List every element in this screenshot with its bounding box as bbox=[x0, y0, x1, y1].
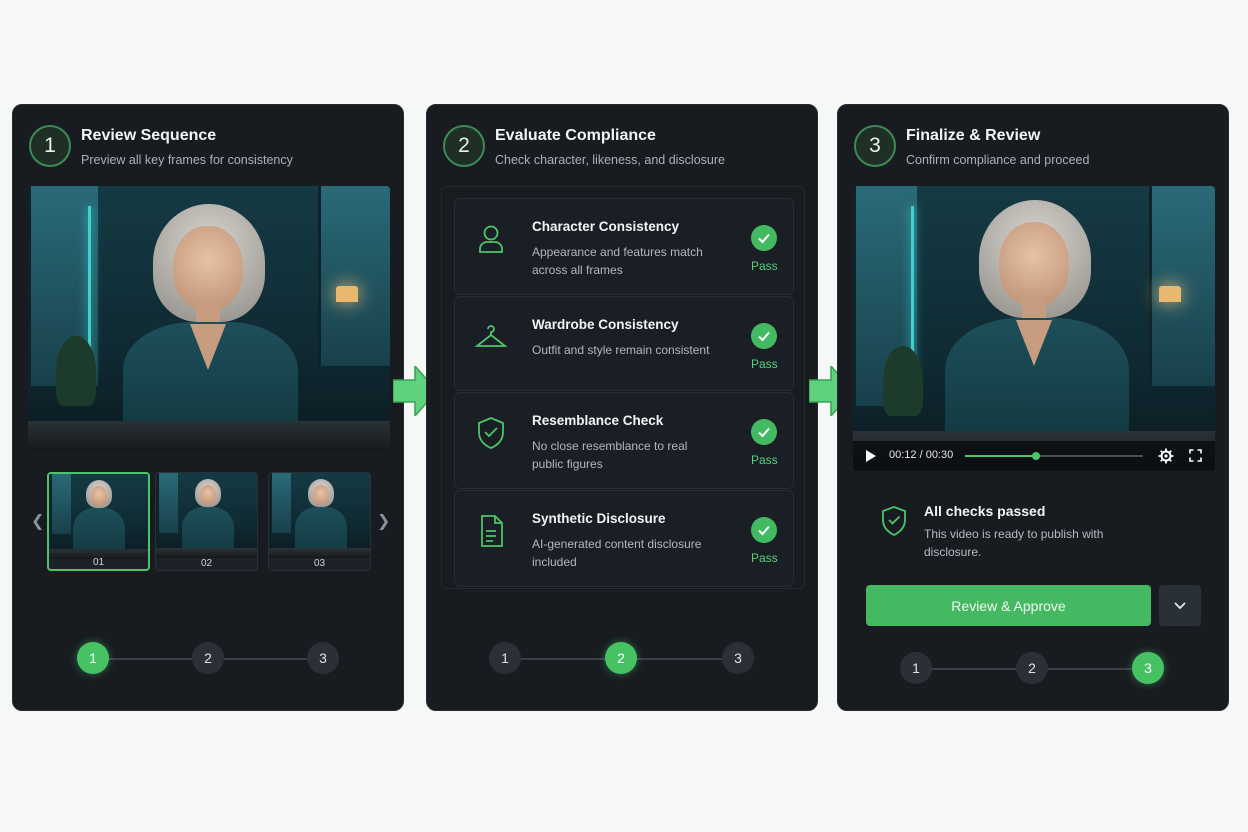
check-description: AI-generated content disclosure included bbox=[532, 537, 702, 569]
stepper-dot[interactable]: 2 bbox=[1016, 652, 1048, 684]
check-description: Outfit and style remain consistent bbox=[532, 343, 710, 357]
thumbnail-next-button[interactable]: ❯ bbox=[377, 511, 390, 531]
thumbnail-prev-button[interactable]: ❮ bbox=[31, 511, 44, 531]
summary-title: All checks passed bbox=[924, 503, 1046, 519]
video-time: 00:12 / 00:30 bbox=[889, 449, 954, 461]
check-status: Pass bbox=[751, 551, 778, 565]
presenter-figure bbox=[123, 204, 303, 442]
panel-title: Finalize & Review bbox=[906, 127, 1041, 144]
panel-subtitle: Check character, likeness, and disclosur… bbox=[495, 153, 725, 167]
settings-gear-icon[interactable] bbox=[1158, 448, 1174, 464]
stepper-dot[interactable]: 1 bbox=[489, 642, 521, 674]
panel-title: Review Sequence bbox=[81, 127, 217, 144]
check-status: Pass bbox=[751, 357, 778, 371]
hanger-icon bbox=[474, 325, 508, 347]
stepper-dot[interactable]: 2 bbox=[605, 642, 637, 674]
check-title: Character Consistency bbox=[532, 219, 680, 234]
check-title: Wardrobe Consistency bbox=[532, 317, 679, 332]
check-pass-icon bbox=[751, 323, 777, 349]
progress-stepper: 1 2 3 bbox=[489, 642, 755, 676]
thumbnail-frame[interactable]: 03 bbox=[268, 472, 371, 571]
thumbnail-frame[interactable]: 02 bbox=[155, 472, 258, 571]
stepper-dot[interactable]: 3 bbox=[1132, 652, 1164, 684]
check-title: Resemblance Check bbox=[532, 413, 664, 428]
shield-check-icon bbox=[882, 506, 906, 537]
thumbnail-label: 02 bbox=[200, 558, 213, 569]
check-item-wardrobe[interactable]: Wardrobe Consistency Outfit and style re… bbox=[454, 296, 794, 391]
check-description: Appearance and features match across all… bbox=[532, 245, 703, 277]
thumbnail-frame[interactable]: 01 bbox=[47, 472, 150, 571]
panel-title: Evaluate Compliance bbox=[495, 127, 656, 144]
review-sequence-panel: 1 Review Sequence Preview all key frames… bbox=[12, 104, 404, 711]
play-icon[interactable] bbox=[865, 449, 877, 463]
step-number-badge: 3 bbox=[854, 125, 896, 167]
chevron-down-icon bbox=[1174, 601, 1186, 609]
step-number-badge: 1 bbox=[29, 125, 71, 167]
checks-passed-summary: All checks passed This video is ready to… bbox=[866, 491, 1202, 567]
presenter-figure bbox=[945, 200, 1129, 450]
more-options-button[interactable] bbox=[1159, 585, 1201, 626]
check-pass-icon bbox=[751, 225, 777, 251]
stepper-dot[interactable]: 2 bbox=[192, 642, 224, 674]
thumbnail-label: 03 bbox=[313, 558, 326, 569]
progress-stepper: 1 2 3 bbox=[77, 642, 341, 676]
check-pass-icon bbox=[751, 517, 777, 543]
keyframe-preview-image bbox=[28, 186, 390, 451]
document-icon bbox=[481, 515, 503, 547]
summary-description: This video is ready to publish with disc… bbox=[924, 527, 1104, 559]
evaluate-compliance-panel: 2 Evaluate Compliance Check character, l… bbox=[426, 104, 818, 711]
fullscreen-icon[interactable] bbox=[1189, 449, 1202, 462]
compliance-check-list: Character Consistency Appearance and fea… bbox=[441, 186, 805, 589]
panel-subtitle: Confirm compliance and proceed bbox=[906, 153, 1090, 167]
check-item-character[interactable]: Character Consistency Appearance and fea… bbox=[454, 198, 794, 295]
stepper-dot[interactable]: 3 bbox=[722, 642, 754, 674]
check-item-disclosure[interactable]: Synthetic Disclosure AI-generated conten… bbox=[454, 490, 794, 587]
stepper-dot[interactable]: 1 bbox=[900, 652, 932, 684]
video-player[interactable]: 00:12 / 00:30 bbox=[853, 186, 1215, 471]
person-icon bbox=[479, 225, 503, 253]
video-seek-knob[interactable] bbox=[1032, 452, 1041, 460]
check-description: No close resemblance to real public figu… bbox=[532, 439, 688, 471]
stepper-dot[interactable]: 3 bbox=[307, 642, 339, 674]
step-number-badge: 2 bbox=[443, 125, 485, 167]
video-progress-fill bbox=[965, 455, 1037, 457]
check-pass-icon bbox=[751, 419, 777, 445]
stepper-dot[interactable]: 1 bbox=[77, 642, 109, 674]
video-controls: 00:12 / 00:30 bbox=[853, 441, 1215, 471]
finalize-review-panel: 3 Finalize & Review Confirm compliance a… bbox=[837, 104, 1229, 711]
thumbnail-strip: 01 02 03 bbox=[47, 472, 373, 572]
progress-stepper: 1 2 3 bbox=[900, 652, 1166, 686]
thumbnail-label: 01 bbox=[92, 557, 105, 568]
check-item-resemblance[interactable]: Resemblance Check No close resemblance t… bbox=[454, 392, 794, 489]
check-title: Synthetic Disclosure bbox=[532, 511, 666, 526]
check-status: Pass bbox=[751, 453, 778, 467]
shield-check-icon bbox=[478, 417, 504, 449]
panel-subtitle: Preview all key frames for consistency bbox=[81, 153, 293, 167]
review-approve-button[interactable]: Review & Approve bbox=[866, 585, 1151, 626]
check-status: Pass bbox=[751, 259, 778, 273]
